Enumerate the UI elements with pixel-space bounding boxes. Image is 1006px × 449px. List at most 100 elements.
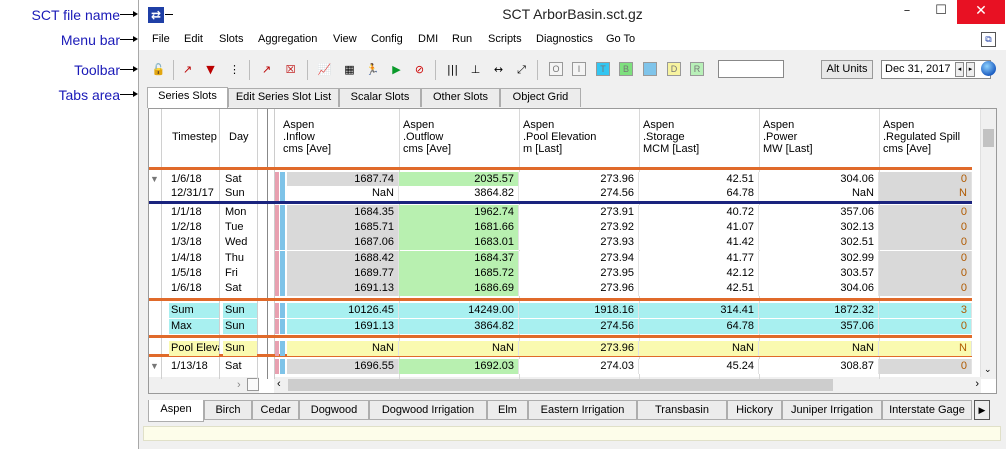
flag-button[interactable] bbox=[643, 62, 657, 76]
object-tab[interactable]: Dogwood Irrigation bbox=[369, 400, 487, 420]
value-cell[interactable]: 304.06 bbox=[759, 172, 879, 187]
value-cell[interactable]: 302.99 bbox=[759, 251, 879, 266]
value-cell[interactable]: 64.78 bbox=[639, 186, 759, 201]
fit-width-icon[interactable]: ↔ bbox=[491, 62, 506, 77]
value-cell[interactable]: 45.24 bbox=[639, 359, 759, 374]
menu-item[interactable]: Run bbox=[452, 33, 472, 45]
run-man-icon[interactable]: 🏃 bbox=[365, 62, 380, 77]
value-cell[interactable]: NaN bbox=[399, 341, 519, 356]
value-cell[interactable]: 273.93 bbox=[519, 235, 639, 250]
menu-item[interactable]: Edit bbox=[184, 33, 203, 45]
fit-all-icon[interactable]: ⤢ bbox=[514, 62, 529, 77]
menu-item[interactable]: Slots bbox=[219, 33, 243, 45]
object-tab[interactable]: Juniper Irrigation bbox=[782, 400, 882, 420]
value-cell[interactable]: 42.51 bbox=[639, 172, 759, 187]
vertical-scroll-thumb[interactable] bbox=[983, 129, 994, 147]
row-expand-icon[interactable]: ▼ bbox=[150, 359, 161, 374]
play-icon[interactable]: ▶ bbox=[389, 62, 404, 77]
value-cell[interactable]: 1687.06 bbox=[287, 235, 399, 250]
value-cell[interactable]: NaN bbox=[759, 186, 879, 201]
row-expand-icon[interactable] bbox=[150, 341, 161, 356]
flag-button[interactable]: I bbox=[572, 62, 586, 76]
flag-button[interactable]: D bbox=[667, 62, 681, 76]
flag-button[interactable]: O bbox=[549, 62, 563, 76]
value-cell[interactable]: 1686.69 bbox=[399, 281, 519, 296]
value-cell[interactable]: N bbox=[879, 341, 972, 356]
flag-button[interactable]: B bbox=[619, 62, 633, 76]
value-cell[interactable]: 273.92 bbox=[519, 220, 639, 235]
horizontal-scrollbar[interactable]: ‹ › bbox=[274, 377, 981, 393]
value-cell[interactable]: 41.77 bbox=[639, 251, 759, 266]
flag-button[interactable]: R bbox=[690, 62, 704, 76]
value-cell[interactable]: 1681.66 bbox=[399, 220, 519, 235]
value-cell[interactable]: 273.95 bbox=[519, 266, 639, 281]
alt-units-button[interactable]: Alt Units bbox=[821, 60, 873, 79]
value-cell[interactable]: 1918.16 bbox=[519, 303, 639, 318]
chart-icon[interactable]: 📈 bbox=[317, 62, 332, 77]
value-cell[interactable]: NaN bbox=[287, 341, 399, 356]
scroll-down-icon[interactable]: ⌄ bbox=[984, 364, 992, 375]
value-cell[interactable]: 1962.74 bbox=[399, 205, 519, 220]
menu-item[interactable]: Go To bbox=[606, 33, 635, 45]
value-cell[interactable]: 1683.01 bbox=[399, 235, 519, 250]
value-cell[interactable]: NaN bbox=[639, 341, 759, 356]
value-cell[interactable]: NaN bbox=[287, 186, 399, 201]
value-cell[interactable]: 0 bbox=[879, 235, 972, 250]
object-tab[interactable]: Dogwood bbox=[299, 400, 369, 420]
row-expand-icon[interactable] bbox=[150, 281, 161, 296]
value-cell[interactable]: 1692.03 bbox=[399, 359, 519, 374]
row-expand-icon[interactable]: ▼ bbox=[150, 172, 161, 187]
value-cell[interactable]: 1688.42 bbox=[287, 251, 399, 266]
delete-slot-icon[interactable]: ☒ bbox=[283, 62, 298, 77]
restore-window-icon[interactable]: ⧉ bbox=[981, 32, 996, 47]
value-cell[interactable]: 41.07 bbox=[639, 220, 759, 235]
value-cell[interactable]: 0 bbox=[879, 359, 972, 374]
row-expand-icon[interactable] bbox=[150, 266, 161, 281]
maximize-icon[interactable]: ☐ bbox=[921, 0, 961, 24]
value-cell[interactable]: 1685.72 bbox=[399, 266, 519, 281]
tab[interactable]: Other Slots bbox=[421, 88, 500, 107]
toolbar-text-input[interactable] bbox=[718, 60, 784, 78]
value-cell[interactable]: 303.57 bbox=[759, 266, 879, 281]
value-cell[interactable]: 3864.82 bbox=[399, 186, 519, 201]
value-cell[interactable]: 273.96 bbox=[519, 341, 639, 356]
row-expand-icon[interactable] bbox=[150, 186, 161, 201]
value-cell[interactable]: 1696.55 bbox=[287, 359, 399, 374]
horizontal-scroll-thumb[interactable] bbox=[288, 379, 833, 391]
value-cell[interactable]: 1687.74 bbox=[287, 172, 399, 187]
value-cell[interactable]: 274.56 bbox=[519, 186, 639, 201]
tab[interactable]: Object Grid bbox=[500, 88, 581, 107]
menu-item[interactable]: Diagnostics bbox=[536, 33, 593, 45]
object-tab[interactable]: Birch bbox=[204, 400, 252, 420]
open-slot-icon[interactable]: ↗ bbox=[259, 62, 274, 77]
scroll-left-icon[interactable]: ‹ bbox=[277, 378, 281, 390]
value-cell[interactable]: 0 bbox=[879, 319, 972, 334]
value-cell[interactable]: 302.13 bbox=[759, 220, 879, 235]
value-cell[interactable]: 1685.71 bbox=[287, 220, 399, 235]
fit-height-icon[interactable]: ⊥ bbox=[468, 62, 483, 77]
flag-button[interactable]: T bbox=[596, 62, 610, 76]
value-cell[interactable]: 0 bbox=[879, 205, 972, 220]
value-cell[interactable]: 1684.35 bbox=[287, 205, 399, 220]
vertical-scrollbar[interactable]: ⌄ bbox=[980, 109, 996, 379]
menu-item[interactable]: File bbox=[152, 33, 170, 45]
value-cell[interactable]: 0 bbox=[879, 220, 972, 235]
value-cell[interactable]: 0 bbox=[879, 251, 972, 266]
value-cell[interactable]: 0 bbox=[879, 281, 972, 296]
tab[interactable]: Edit Series Slot List bbox=[228, 88, 339, 107]
object-tab[interactable]: Transbasin bbox=[637, 400, 727, 420]
value-cell[interactable]: 42.12 bbox=[639, 266, 759, 281]
value-cell[interactable]: 1691.13 bbox=[287, 319, 399, 334]
value-cell[interactable]: 3864.82 bbox=[399, 319, 519, 334]
value-cell[interactable]: 302.51 bbox=[759, 235, 879, 250]
row-expand-icon[interactable] bbox=[150, 251, 161, 266]
object-tab[interactable]: Eastern Irrigation bbox=[528, 400, 637, 420]
value-cell[interactable]: 273.94 bbox=[519, 251, 639, 266]
value-cell[interactable]: 273.96 bbox=[519, 172, 639, 187]
object-tab[interactable]: Cedar bbox=[252, 400, 299, 420]
value-cell[interactable]: 308.87 bbox=[759, 359, 879, 374]
value-cell[interactable]: 0 bbox=[879, 172, 972, 187]
calculator-icon[interactable]: ▦ bbox=[342, 62, 357, 77]
object-tab[interactable]: Aspen bbox=[148, 400, 204, 422]
menu-item[interactable]: Aggregation bbox=[258, 33, 317, 45]
